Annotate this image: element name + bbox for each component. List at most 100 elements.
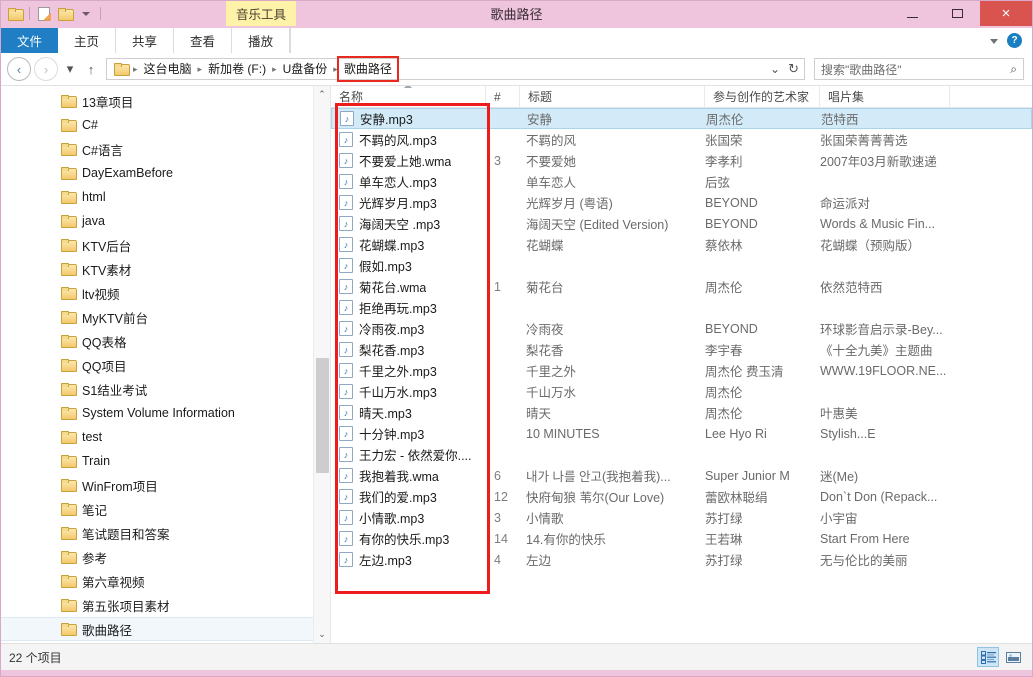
- column-header-title[interactable]: 标题: [520, 86, 705, 108]
- sidebar-item-19[interactable]: 参考: [1, 545, 330, 569]
- breadcrumb-item-current[interactable]: 歌曲路径: [336, 56, 399, 82]
- table-row[interactable]: ♪ 千山万水.mp3 千山万水 周杰伦: [331, 381, 1032, 402]
- customize-caret-icon[interactable]: [77, 5, 95, 22]
- table-row[interactable]: ♪ 王力宏 - 依然爱你....: [331, 444, 1032, 465]
- search-input[interactable]: 搜索"歌曲路径" ⌕: [814, 58, 1024, 80]
- table-row[interactable]: ♪ 假如.mp3: [331, 255, 1032, 276]
- tab-play[interactable]: 播放: [232, 28, 291, 53]
- sidebar-item-18[interactable]: 笔试题目和答案: [1, 521, 330, 545]
- title-cell: [520, 255, 705, 276]
- title-cell: [520, 297, 705, 318]
- nav-scroll-down-icon[interactable]: ⌄: [314, 626, 331, 643]
- music-file-icon: ♪: [339, 279, 353, 294]
- contextual-tab-music-tools[interactable]: 音乐工具: [226, 1, 297, 26]
- breadcrumb-item-usb-backup[interactable]: U盘备份: [279, 59, 332, 79]
- sidebar-item-21[interactable]: 第五张项目素材: [1, 593, 330, 617]
- sidebar-item-6[interactable]: KTV后台: [1, 233, 330, 257]
- tab-view[interactable]: 查看: [174, 28, 233, 53]
- sidebar-item-8[interactable]: ltv视频: [1, 281, 330, 305]
- column-header-album[interactable]: 唱片集: [820, 86, 950, 108]
- tab-home[interactable]: 主页: [58, 28, 117, 53]
- search-icon[interactable]: ⌕: [1010, 62, 1017, 77]
- table-row[interactable]: ♪ 千里之外.mp3 千里之外 周杰伦 费玉清 WWW.19FLOOR.NE...: [331, 360, 1032, 381]
- sidebar-item-2[interactable]: C#语言: [1, 137, 330, 161]
- sidebar-item-0[interactable]: 13章项目: [1, 89, 330, 113]
- breadcrumb-item-this-pc[interactable]: 这台电脑: [140, 59, 196, 79]
- nav-scroll-track[interactable]: [314, 103, 331, 626]
- maximize-button[interactable]: [935, 1, 980, 26]
- table-row[interactable]: ♪ 梨花香.mp3 梨花香 李宇春 《十全九美》主题曲: [331, 339, 1032, 360]
- up-button[interactable]: ↑: [82, 57, 100, 81]
- file-name-cell: ♪ 假如.mp3: [331, 255, 486, 276]
- sidebar-item-3[interactable]: DayExamBefore: [1, 161, 330, 185]
- sidebar-item-9[interactable]: MyKTV前台: [1, 305, 330, 329]
- refresh-icon[interactable]: ↻: [788, 61, 799, 77]
- sidebar-item-label: html: [82, 190, 106, 204]
- table-row[interactable]: ♪ 不要爱上她.wma 3 不要爱她 李孝利 2007年03月新歌速递: [331, 150, 1032, 171]
- properties-icon[interactable]: [35, 5, 53, 22]
- close-button[interactable]: ×: [980, 1, 1032, 26]
- file-name-cell: ♪ 光辉岁月.mp3: [331, 192, 486, 213]
- track-number-cell: 14: [494, 531, 508, 546]
- sidebar-item-20[interactable]: 第六章视频: [1, 569, 330, 593]
- sidebar-item-10[interactable]: QQ表格: [1, 329, 330, 353]
- sidebar-item-11[interactable]: QQ项目: [1, 353, 330, 377]
- address-dropdown-icon[interactable]: ⌄: [768, 62, 782, 76]
- forward-button[interactable]: ›: [34, 57, 58, 81]
- breadcrumb-separator-3: ▸: [333, 63, 338, 74]
- large-icons-view-button[interactable]: [1002, 647, 1024, 667]
- table-row[interactable]: ♪ 我抱着我.wma 6 내가 나를 안고(我抱着我)... Super Junior …: [331, 465, 1032, 486]
- back-button[interactable]: ‹: [7, 57, 31, 81]
- sidebar-item-23[interactable]: 机试题目和答案: [1, 641, 330, 643]
- table-row[interactable]: ♪ 花蝴蝶.mp3 花蝴蝶 蔡依林 花蝴蝶（预购版）: [331, 234, 1032, 255]
- table-row[interactable]: ♪ 十分钟.mp3 10 MINUTES Lee Hyo Ri Stylish...E: [331, 423, 1032, 444]
- table-row[interactable]: ♪ 海阔天空 .mp3 海阔天空 (Edited Version) BEYOND Wor…: [331, 213, 1032, 234]
- nav-scroll-thumb[interactable]: [315, 358, 329, 473]
- table-row[interactable]: ♪ 菊花台.wma 1 菊花台 周杰伦 依然范特西: [331, 276, 1032, 297]
- sidebar-item-7[interactable]: KTV素材: [1, 257, 330, 281]
- table-row[interactable]: ♪ 小情歌.mp3 3 小情歌 苏打绿 小宇宙: [331, 507, 1032, 528]
- title-cell: 梨花香: [526, 344, 564, 358]
- tab-share[interactable]: 共享: [116, 28, 175, 53]
- sidebar-item-5[interactable]: java: [1, 209, 330, 233]
- table-row[interactable]: ♪ 安静.mp3 安静 周杰伦 范特西: [331, 108, 1032, 129]
- column-header-artist[interactable]: 参与创作的艺术家: [705, 86, 820, 108]
- sidebar-item-16[interactable]: WinFrom项目: [1, 473, 330, 497]
- nav-scroll-up-icon[interactable]: ⌃: [314, 86, 331, 103]
- table-row[interactable]: ♪ 晴天.mp3 晴天 周杰伦 叶惠美: [331, 402, 1032, 423]
- sidebar-item-22[interactable]: 歌曲路径: [1, 617, 330, 641]
- artist-cell: [705, 255, 820, 276]
- sidebar-item-12[interactable]: S1结业考试: [1, 377, 330, 401]
- chevron-down-icon[interactable]: [990, 39, 998, 44]
- sidebar-item-15[interactable]: Train: [1, 449, 330, 473]
- minimize-button[interactable]: [890, 1, 935, 26]
- breadcrumb[interactable]: ▸ 这台电脑 ▸ 新加卷 (F:) ▸ U盘备份 ▸ 歌曲路径 ⌄ ↻: [106, 56, 805, 82]
- new-folder-icon[interactable]: [56, 5, 74, 22]
- table-row[interactable]: ♪ 冷雨夜.mp3 冷雨夜 BEYOND 环球影音启示录-Bey...: [331, 318, 1032, 339]
- recent-locations-button[interactable]: ▾: [61, 57, 79, 81]
- nav-scrollbar[interactable]: ⌃ ⌄: [313, 86, 330, 643]
- table-row[interactable]: ♪ 光辉岁月.mp3 光辉岁月 (粤语) BEYOND 命运派对: [331, 192, 1032, 213]
- table-row[interactable]: ♪ 有你的快乐.mp3 14 14.有你的快乐 王若琳 Start From Here: [331, 528, 1032, 549]
- address-right-controls: ⌄ ↻: [768, 61, 802, 77]
- sidebar-item-17[interactable]: 笔记: [1, 497, 330, 521]
- folder-icon[interactable]: [6, 5, 24, 22]
- column-header-track-number[interactable]: #: [486, 86, 520, 108]
- table-row[interactable]: ♪ 左边.mp3 4 左边 苏打绿 无与伦比的美丽: [331, 549, 1032, 570]
- table-row[interactable]: ♪ 不羁的风.mp3 不羁的风 张国荣 张国荣菁菁菁选: [331, 129, 1032, 150]
- sidebar-item-1[interactable]: C#: [1, 113, 330, 137]
- table-row[interactable]: ♪ 拒绝再玩.mp3: [331, 297, 1032, 318]
- tab-file[interactable]: 文件: [1, 28, 59, 53]
- artist-cell: 周杰伦: [705, 407, 743, 421]
- album-cell: Words & Music Fin...: [820, 216, 936, 231]
- sidebar-item-13[interactable]: System Volume Information: [1, 401, 330, 425]
- sidebar-item-14[interactable]: test: [1, 425, 330, 449]
- help-icon[interactable]: ?: [1007, 33, 1022, 48]
- table-row[interactable]: ♪ 我们的爱.mp3 12 快府甸狼 苇尔(Our Love) 蕾欧林聪绢 Don`t D…: [331, 486, 1032, 507]
- sidebar-item-4[interactable]: html: [1, 185, 330, 209]
- details-view-button[interactable]: [977, 647, 999, 667]
- track-number-cell: [486, 297, 520, 318]
- column-header-name[interactable]: 名称: [331, 86, 486, 108]
- breadcrumb-item-drive-f[interactable]: 新加卷 (F:): [204, 59, 270, 79]
- table-row[interactable]: ♪ 单车恋人.mp3 单车恋人 后弦: [331, 171, 1032, 192]
